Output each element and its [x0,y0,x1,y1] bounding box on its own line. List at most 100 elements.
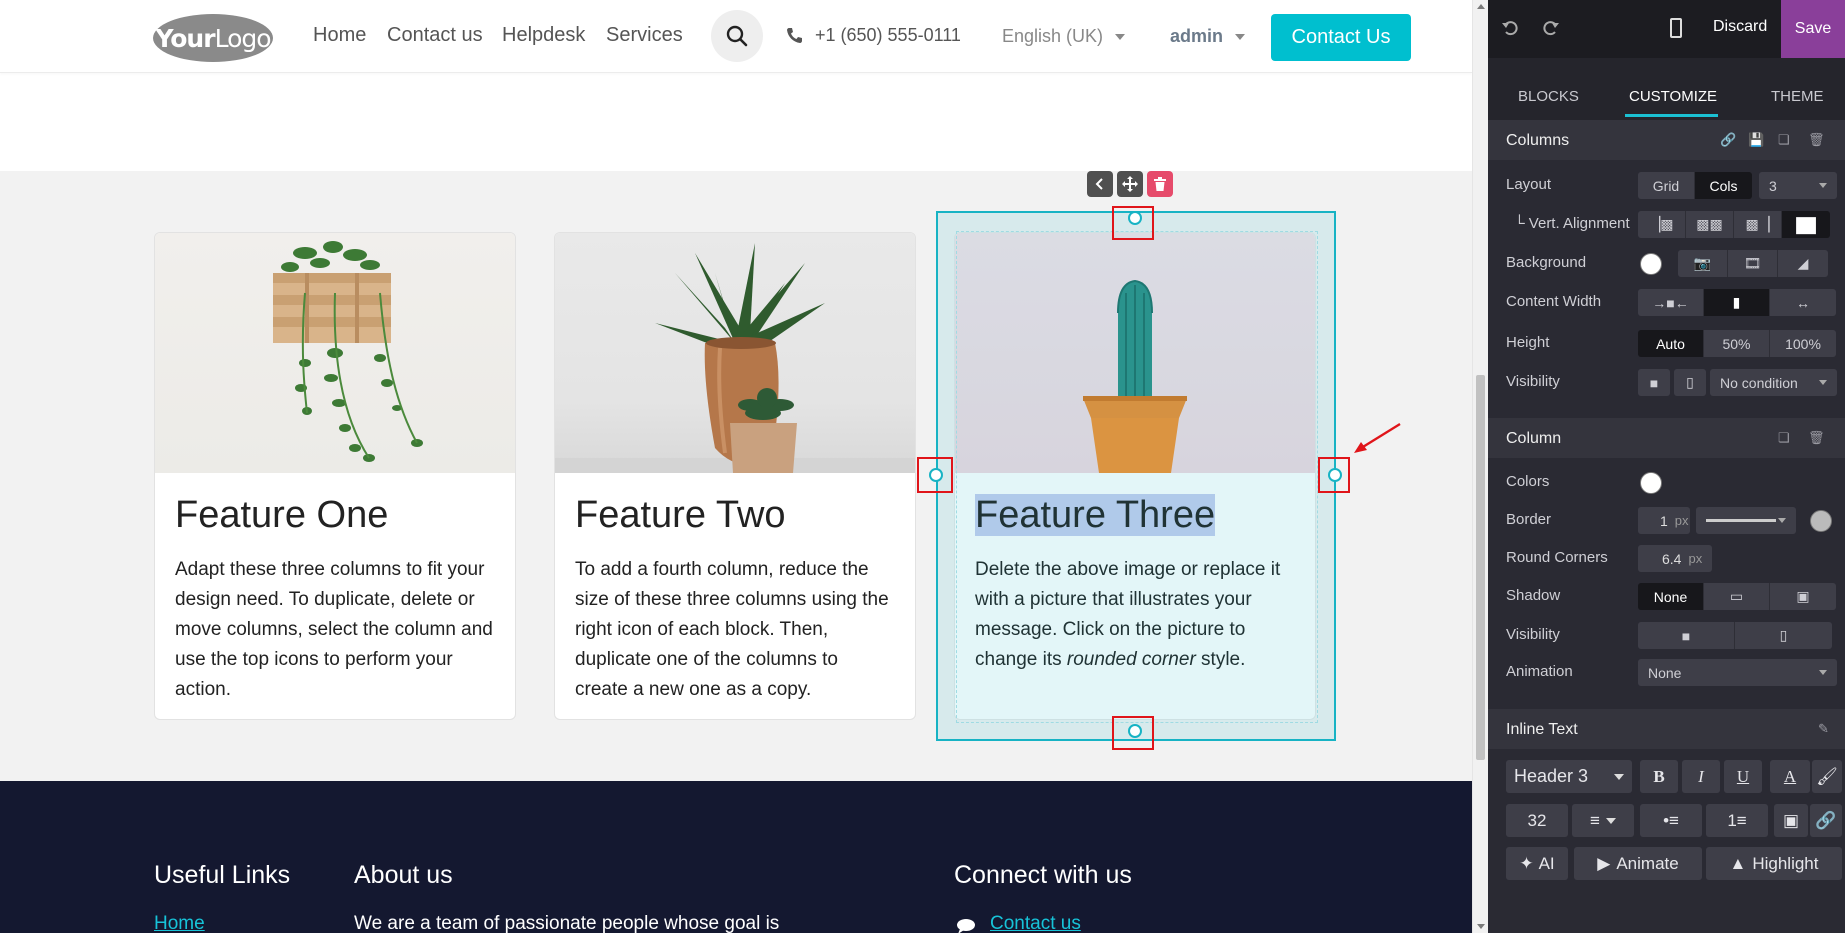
feature-card-two[interactable]: Feature Two To add a fourth column, redu… [554,232,916,720]
mobile-hidden-icon: ▯ [1686,374,1694,390]
feature-one-text[interactable]: Adapt these three columns to fit your de… [175,555,495,705]
feature-one-title[interactable]: Feature One [175,494,515,537]
trash-icon[interactable]: 🗑 [1808,430,1825,446]
animation-select[interactable]: None [1638,659,1837,686]
bullet-list-button[interactable]: •≡ [1640,804,1702,837]
header-contact-us-button[interactable]: Contact Us [1271,14,1411,61]
logo-text-bold: Your [155,23,215,53]
tab-theme[interactable]: THEME [1771,88,1824,105]
background-video-option[interactable]: 🎞 [1728,250,1778,277]
footer-link-contact-us[interactable]: Contact us [990,913,1081,933]
border-style-select[interactable] [1696,507,1796,534]
mobile-preview-icon[interactable] [1670,18,1682,38]
align-bottom-option[interactable]: ▩▕ [1734,211,1782,238]
border-color-swatch[interactable] [1810,510,1832,532]
save-block-icon[interactable]: 💾 [1748,132,1764,148]
content-width-full-option[interactable]: ↔ [1770,289,1836,316]
font-size-input[interactable]: 32 [1506,804,1568,837]
height-auto-option[interactable]: Auto [1638,330,1704,357]
vase-plant-image [555,243,915,473]
font-color-button[interactable]: A [1784,767,1796,787]
animate-button[interactable]: ▶ Animate [1574,847,1702,880]
text-style-select[interactable]: Header 3 [1506,760,1632,793]
insert-link-button[interactable]: 🔗 [1810,804,1842,837]
expand-icon: ↔ [1796,294,1810,311]
link-icon[interactable]: 🔗 [1720,132,1736,148]
gradient-icon: ◢ [1797,255,1809,271]
highlight-box-bottom-handle [1112,716,1154,750]
underline-button[interactable]: U [1724,760,1762,793]
columns-device-visibility-toggle: ■ [1638,369,1670,396]
redo-button[interactable] [1543,20,1559,41]
column-color-swatch[interactable] [1640,472,1662,494]
save-button[interactable]: Save [1781,0,1845,58]
highlight-button[interactable]: ▲ Highlight [1706,847,1842,880]
site-footer: Useful Links Home About us We are a team… [0,781,1472,933]
duplicate-icon[interactable]: ❏ [1778,430,1790,446]
bold-button[interactable]: B [1640,760,1678,793]
scroll-down-arrow-icon[interactable] [1477,924,1485,929]
insert-media-button[interactable]: ▣ [1774,804,1808,837]
duplicate-icon[interactable]: ❏ [1778,132,1790,148]
hide-mobile-option[interactable]: ▯ [1674,369,1706,396]
shadow-none-option[interactable]: None [1638,583,1704,610]
footer-link-home[interactable]: Home [154,913,205,933]
align-stretch-option[interactable]: ██ [1782,211,1830,238]
page-scrollbar[interactable] [1472,0,1488,933]
background-color-button[interactable]: 🖌 [1812,760,1842,793]
content-width-regular-option[interactable]: ▮ [1704,289,1770,316]
language-selector[interactable]: English (UK) [1002,26,1126,47]
eraser-icon[interactable]: ✎ [1818,721,1829,737]
hide-desktop-option[interactable]: ■ [1638,369,1670,396]
columns-count-select[interactable]: 3 [1759,172,1837,199]
discard-button[interactable]: Discard [1713,18,1767,36]
layout-grid-option[interactable]: Grid [1638,172,1695,199]
feature-two-text[interactable]: To add a fourth column, reduce the size … [575,555,895,705]
border-width-input[interactable]: 1 px [1638,507,1690,534]
align-top-option[interactable]: ▕▩ [1638,211,1686,238]
trash-icon[interactable]: 🗑 [1808,132,1825,148]
scroll-up-arrow-icon[interactable] [1477,4,1485,9]
feature-two-title[interactable]: Feature Two [575,494,915,537]
brush-icon: 🖌 [1816,766,1838,786]
align-bottom-icon: ▩▕ [1745,216,1770,232]
background-image-option[interactable]: 📷 [1678,250,1728,277]
text-align-select[interactable]: ≡ [1572,804,1634,837]
tab-customize[interactable]: CUSTOMIZE [1629,88,1717,105]
move-left-button[interactable] [1087,171,1113,197]
numbered-list-button[interactable]: 1≡ [1706,804,1768,837]
ai-button[interactable]: ✦ AI [1506,847,1568,880]
column-hide-mobile-option[interactable]: ▯ [1735,622,1832,649]
content-width-small-option[interactable]: →■← [1638,289,1704,316]
feature-card-one[interactable]: Feature One Adapt these three columns to… [154,232,516,720]
user-menu[interactable]: admin [1170,26,1246,47]
column-hide-desktop-option[interactable]: ■ [1638,622,1735,649]
site-logo[interactable]: Your Logo [153,14,273,62]
align-middle-option[interactable]: ▩▩ [1686,211,1734,238]
search-button[interactable] [711,10,763,62]
background-color-swatch[interactable] [1640,253,1662,275]
undo-button[interactable] [1502,20,1518,41]
shadow-outset-option[interactable]: ▭ [1704,583,1770,610]
height-50-option[interactable]: 50% [1704,330,1770,357]
tab-blocks[interactable]: BLOCKS [1518,88,1579,105]
round-corners-input[interactable]: 6.4 px [1638,545,1712,572]
align-middle-icon: ▩▩ [1696,216,1723,232]
scrollbar-thumb[interactable] [1476,375,1485,760]
height-100-option[interactable]: 100% [1770,330,1836,357]
nav-services[interactable]: Services [606,24,683,47]
footer-connect-title: Connect with us [954,861,1132,889]
italic-button[interactable]: I [1682,760,1720,793]
shadow-inset-option[interactable]: ▣ [1770,583,1836,610]
nav-contact-us[interactable]: Contact us [387,24,483,47]
layout-cols-option[interactable]: Cols [1695,172,1752,199]
background-gradient-option[interactable]: ◢ [1778,250,1828,277]
nav-home[interactable]: Home [313,24,366,47]
delete-column-button[interactable] [1147,171,1173,197]
feature-one-image[interactable] [155,233,515,473]
drag-move-button[interactable] [1117,171,1143,197]
visibility-condition-select[interactable]: No condition [1710,369,1837,396]
phone-info[interactable]: +1 (650) 555-0111 [786,25,961,46]
feature-two-image[interactable] [555,233,915,473]
nav-helpdesk[interactable]: Helpdesk [502,24,585,47]
